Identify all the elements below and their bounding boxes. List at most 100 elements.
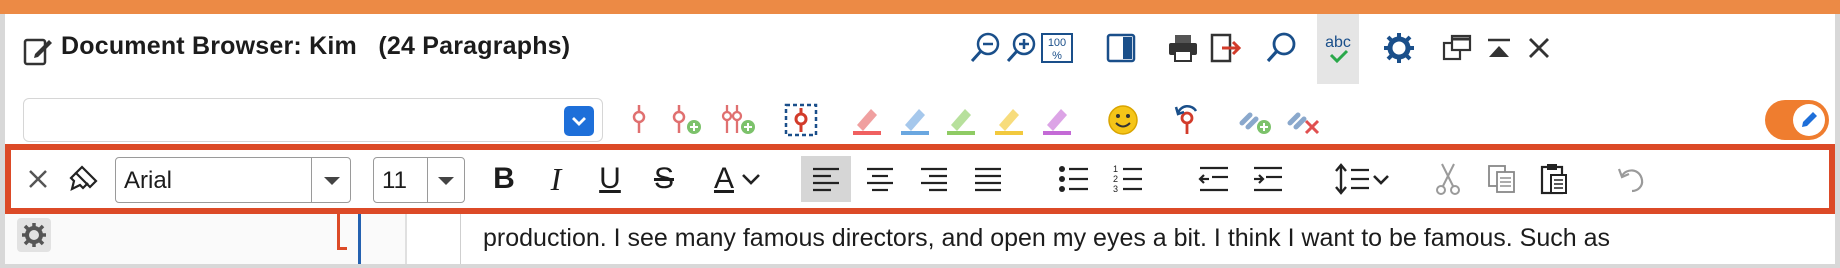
align-center-icon xyxy=(867,167,893,192)
zoom-out-icon xyxy=(970,32,1000,63)
font-family-select[interactable]: Arial xyxy=(115,157,351,203)
copy-button[interactable] xyxy=(1479,156,1525,202)
bold-icon: B xyxy=(493,162,515,195)
paste-icon xyxy=(1540,164,1567,195)
highlight-yellow-icon xyxy=(995,109,1023,135)
export-button[interactable] xyxy=(1203,26,1247,70)
undo-icon xyxy=(1617,168,1644,193)
line-spacing-button[interactable] xyxy=(1329,156,1397,202)
highlight-green-icon xyxy=(947,109,975,135)
settings-button[interactable] xyxy=(1377,26,1421,70)
close-window-button[interactable] xyxy=(1517,26,1561,70)
emoticon-button[interactable] xyxy=(1103,100,1143,140)
code-add-icon xyxy=(672,105,701,134)
font-family-value: Arial xyxy=(124,167,173,194)
window-accent-bar xyxy=(0,0,1840,14)
align-right-button[interactable] xyxy=(911,156,957,202)
collapse-button[interactable] xyxy=(1477,26,1521,70)
search-icon xyxy=(1266,32,1296,63)
split-panel-button[interactable] xyxy=(1099,26,1143,70)
highlight-blue-button[interactable] xyxy=(895,100,935,140)
code-button[interactable] xyxy=(619,100,659,140)
align-left-button[interactable] xyxy=(801,156,851,202)
increase-indent-button[interactable] xyxy=(1245,156,1291,202)
font-size-select[interactable]: 11 xyxy=(373,157,465,203)
close-icon xyxy=(1529,38,1549,58)
align-center-button[interactable] xyxy=(857,156,903,202)
spellcheck-icon: abc xyxy=(1325,34,1351,64)
format-painter-icon xyxy=(69,165,98,192)
zoom-100-button[interactable]: 100% xyxy=(1035,26,1079,70)
code-multi-add-button[interactable] xyxy=(717,100,757,140)
bold-button[interactable]: B xyxy=(481,156,527,202)
font-family-separator xyxy=(311,158,312,202)
code-icon xyxy=(632,105,646,133)
chevron-down-icon[interactable] xyxy=(324,177,340,185)
undo-button[interactable] xyxy=(1609,156,1655,202)
undock-icon xyxy=(1442,34,1472,61)
line-spacing-icon xyxy=(1335,163,1389,195)
chevron-down-icon xyxy=(742,174,760,185)
scissors-icon xyxy=(1436,163,1460,195)
paste-button[interactable] xyxy=(1531,156,1577,202)
close-toolbar-button[interactable] xyxy=(15,156,61,202)
numbered-list-icon: 123 xyxy=(1113,164,1142,194)
cut-button[interactable] xyxy=(1425,156,1471,202)
pencil-icon xyxy=(1802,112,1817,127)
code-stripe-marker xyxy=(337,214,347,250)
print-button[interactable] xyxy=(1161,26,1205,70)
highlight-red-button[interactable] xyxy=(847,100,887,140)
chevron-down-icon[interactable] xyxy=(438,177,454,185)
link-add-button[interactable] xyxy=(1235,100,1275,140)
code-select[interactable] xyxy=(23,98,603,142)
increase-indent-icon xyxy=(1254,166,1282,192)
bullet-list-button[interactable] xyxy=(1051,156,1097,202)
code-frame-button[interactable] xyxy=(781,100,821,140)
spellcheck-button[interactable]: abc xyxy=(1317,14,1359,84)
title-bar: Document Browser: Kim (24 Paragraphs) 10… xyxy=(5,14,1835,94)
zoom-in-icon xyxy=(1006,32,1036,63)
code-stripe-line xyxy=(358,214,361,264)
code-add-button[interactable] xyxy=(665,100,705,140)
formatting-toolbar: Arial 11 B I U S A 123 xyxy=(5,144,1835,214)
emoticon-icon xyxy=(1108,105,1138,135)
svg-text:abc: abc xyxy=(1325,34,1351,51)
undock-button[interactable] xyxy=(1435,26,1479,70)
italic-button[interactable]: I xyxy=(533,156,579,202)
print-icon xyxy=(1169,35,1197,62)
export-icon xyxy=(1210,33,1242,63)
link-remove-icon xyxy=(1287,112,1320,135)
link-add-icon xyxy=(1239,112,1271,134)
link-remove-button[interactable] xyxy=(1283,100,1323,140)
font-color-icon: A xyxy=(713,162,734,195)
document-paragraph-text[interactable]: production. I see many famous directors,… xyxy=(483,224,1610,253)
font-color-button[interactable]: A xyxy=(703,156,773,202)
code-frame-icon xyxy=(784,103,818,137)
decrease-indent-button[interactable] xyxy=(1191,156,1237,202)
gear-icon xyxy=(22,223,46,247)
document-area: production. I see many famous directors,… xyxy=(5,214,1835,264)
format-painter-button[interactable] xyxy=(61,156,107,202)
gutter-settings-button[interactable] xyxy=(17,218,51,252)
gutter-divider xyxy=(405,214,407,264)
svg-text:3: 3 xyxy=(1113,184,1118,194)
code-select-dropdown[interactable] xyxy=(564,106,594,136)
search-button[interactable] xyxy=(1259,26,1303,70)
strikethrough-button[interactable]: S xyxy=(641,156,687,202)
align-left-icon xyxy=(813,167,839,192)
numbered-list-button[interactable]: 123 xyxy=(1105,156,1151,202)
highlight-red-icon xyxy=(853,109,881,135)
bullet-list-icon xyxy=(1059,166,1088,192)
coding-toolbar xyxy=(5,94,1835,142)
strikethrough-icon: S xyxy=(653,162,674,195)
font-size-value: 11 xyxy=(382,167,407,194)
justify-button[interactable] xyxy=(965,156,1011,202)
highlight-yellow-button[interactable] xyxy=(989,100,1029,140)
underline-button[interactable]: U xyxy=(587,156,633,202)
edit-mode-toggle[interactable] xyxy=(1765,100,1829,140)
highlight-green-button[interactable] xyxy=(941,100,981,140)
code-undo-button[interactable] xyxy=(1167,100,1207,140)
underline-icon: U xyxy=(599,162,621,195)
italic-icon: I xyxy=(550,160,562,197)
highlight-purple-button[interactable] xyxy=(1037,100,1077,140)
